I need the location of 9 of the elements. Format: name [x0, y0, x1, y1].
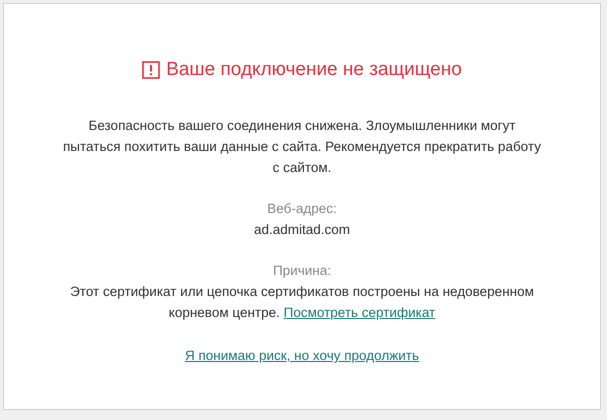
reason-label: Причина: [272, 262, 332, 280]
address-value: ad.admitad.com [254, 221, 350, 239]
continue-link[interactable]: Я понимаю риск, но хочу продолжить [184, 345, 420, 366]
warning-icon [142, 61, 160, 79]
warning-title: Ваше подключение не защищено [166, 58, 462, 82]
warning-message: Безопасность вашего соединения снижена. Злоумышленники могут пытаться похитить ваши данные с сайта. Рекомендуется прекратить работу с сайтом. [62, 117, 542, 177]
reason-text: Этот сертификат или цепочка сертификатов построены на недоверенном корневом центре. Посмотреть сертификат [69, 283, 535, 322]
view-certificate-link[interactable]: Посмотреть сертификат [284, 305, 436, 320]
address-label: Веб-адрес: [267, 200, 337, 218]
